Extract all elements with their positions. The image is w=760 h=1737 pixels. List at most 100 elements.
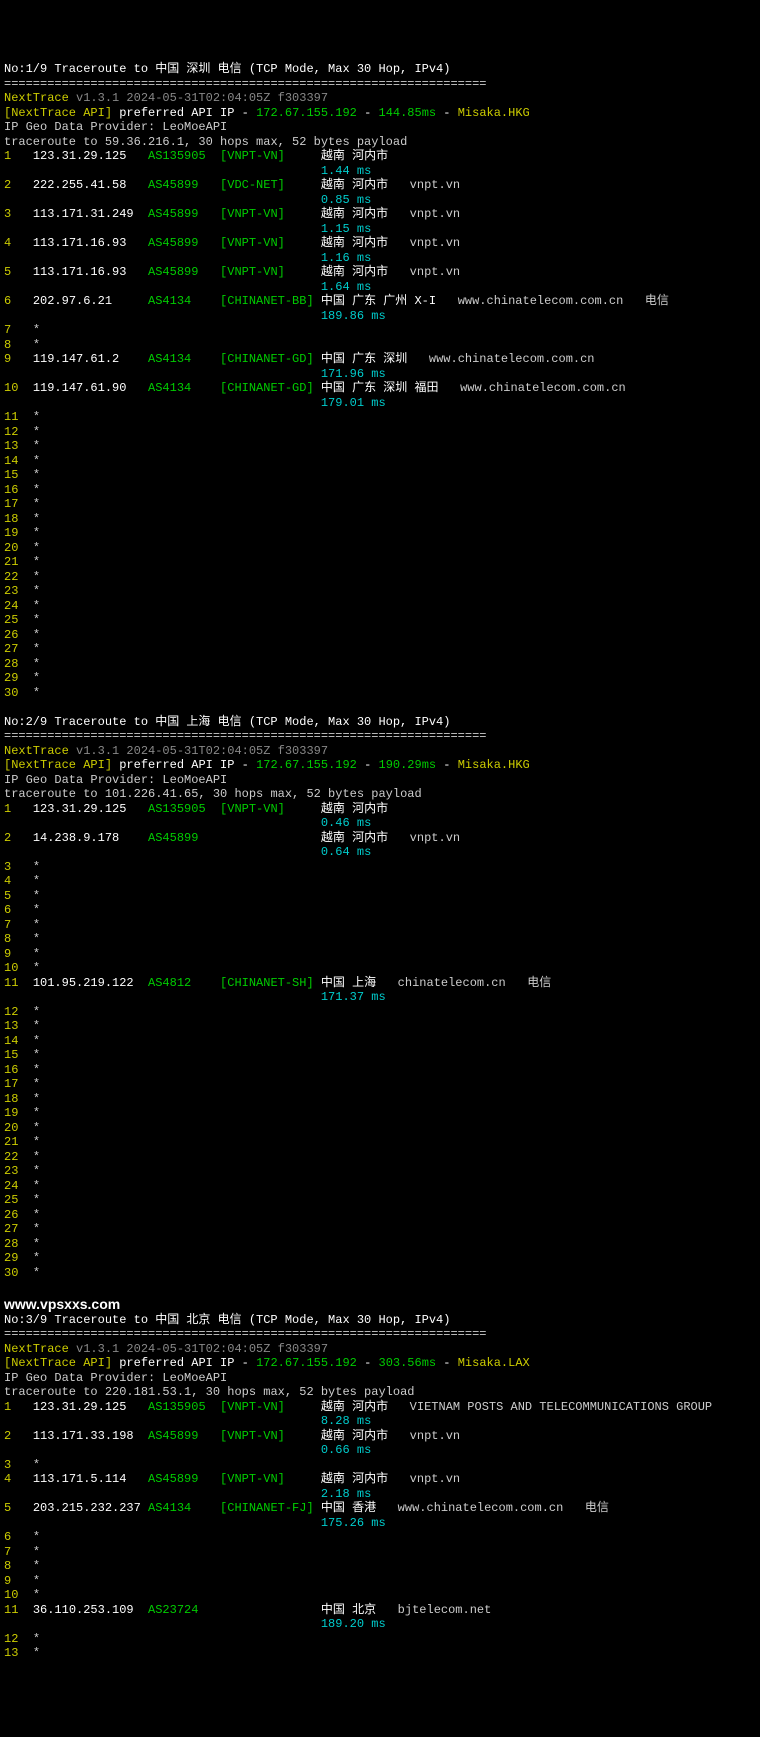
hop-star: * xyxy=(33,918,40,932)
hop-star: * xyxy=(33,642,40,656)
hop-star: * xyxy=(33,1077,40,1091)
hop-net: [CHINANET-GD] xyxy=(220,352,321,366)
hop-host: vnpt.vn xyxy=(388,1472,460,1486)
api-latency: 144.85ms xyxy=(379,106,437,120)
hop-star: * xyxy=(33,1646,40,1660)
hop-star: * xyxy=(33,1164,40,1178)
hop-ip: 203.215.232.237 xyxy=(33,1501,148,1515)
traceroute-line: traceroute to 101.226.41.65, 30 hops max… xyxy=(4,787,422,801)
hop-as: AS45899 xyxy=(148,265,220,279)
hop-star: * xyxy=(33,323,40,337)
hop-host: bjtelecom.net xyxy=(376,1603,491,1617)
hop-loc: 越南 河内市 xyxy=(321,265,388,279)
hop-latency: 0.66 ms xyxy=(321,1443,371,1457)
hop-num: 22 xyxy=(4,570,33,584)
hop-ip: 113.171.31.249 xyxy=(33,207,148,221)
hop-star: * xyxy=(33,628,40,642)
hop-as: AS4134 xyxy=(148,381,220,395)
hop-ip: 113.171.33.198 xyxy=(33,1429,148,1443)
hop-star: * xyxy=(33,686,40,700)
hop-loc: 越南 河内市 xyxy=(321,1472,388,1486)
hop-num: 12 xyxy=(4,1005,33,1019)
hop-star: * xyxy=(33,483,40,497)
nexttrace-label: NextTrace xyxy=(4,91,69,105)
geo-provider: IP Geo Data Provider: LeoMoeAPI xyxy=(4,773,227,787)
hop-ip: 36.110.253.109 xyxy=(33,1603,148,1617)
hop-latency: 189.86 ms xyxy=(321,309,386,323)
hop-num: 25 xyxy=(4,1193,33,1207)
hop-as: AS45899 xyxy=(148,178,220,192)
api-ip: 172.67.155.192 xyxy=(256,106,357,120)
hop-num: 12 xyxy=(4,1632,33,1646)
hop-star: * xyxy=(33,555,40,569)
hop-latency: 1.64 ms xyxy=(321,280,371,294)
hop-latency: 171.96 ms xyxy=(321,367,386,381)
hop-num: 4 xyxy=(4,1472,33,1486)
hop-ip: 202.97.6.21 xyxy=(33,294,148,308)
hop-star: * xyxy=(33,613,40,627)
hop-num: 15 xyxy=(4,1048,33,1062)
hop-loc: 中国 广东 深圳 福田 xyxy=(321,381,439,395)
hop-latency: 1.44 ms xyxy=(321,164,371,178)
hop-as: AS23724 xyxy=(148,1603,220,1617)
hop-num: 13 xyxy=(4,439,33,453)
hop-num: 10 xyxy=(4,961,33,975)
hop-ip: 123.31.29.125 xyxy=(33,149,148,163)
hop-star: * xyxy=(33,889,40,903)
hop-num: 13 xyxy=(4,1019,33,1033)
hop-num: 28 xyxy=(4,657,33,671)
hop-num: 18 xyxy=(4,1092,33,1106)
version: v1.3.1 2024-05-31T02:04:05Z f303397 xyxy=(69,744,328,758)
api-latency: 303.56ms xyxy=(379,1356,437,1370)
hop-star: * xyxy=(33,338,40,352)
traceroute-line: traceroute to 220.181.53.1, 30 hops max,… xyxy=(4,1385,414,1399)
hop-latency: 0.85 ms xyxy=(321,193,371,207)
hop-star: * xyxy=(33,1222,40,1236)
hop-num: 3 xyxy=(4,207,33,221)
hop-as: AS4134 xyxy=(148,352,220,366)
hop-num: 11 xyxy=(4,1603,33,1617)
hop-star: * xyxy=(33,1135,40,1149)
hop-num: 3 xyxy=(4,1458,33,1472)
hop-as: AS4812 xyxy=(148,976,220,990)
hop-num: 8 xyxy=(4,338,33,352)
hop-as: AS45899 xyxy=(148,1429,220,1443)
hop-star: * xyxy=(33,1559,40,1573)
hop-star: * xyxy=(33,1266,40,1280)
hop-num: 18 xyxy=(4,512,33,526)
hop-num: 19 xyxy=(4,1106,33,1120)
hop-loc: 越南 河内市 xyxy=(321,831,388,845)
hop-num: 2 xyxy=(4,178,33,192)
hop-star: * xyxy=(33,947,40,961)
hop-num: 12 xyxy=(4,425,33,439)
api-latency: 190.29ms xyxy=(379,758,437,772)
api-text: preferred API IP - xyxy=(112,106,256,120)
hop-star: * xyxy=(33,932,40,946)
traceroute-line: traceroute to 59.36.216.1, 30 hops max, … xyxy=(4,135,407,149)
hop-star: * xyxy=(33,874,40,888)
hop-as: AS135905 xyxy=(148,1400,220,1414)
hop-ip: 113.171.16.93 xyxy=(33,265,148,279)
version: v1.3.1 2024-05-31T02:04:05Z f303397 xyxy=(69,91,328,105)
hop-star: * xyxy=(33,584,40,598)
hop-star: * xyxy=(33,410,40,424)
geo-provider: IP Geo Data Provider: LeoMoeAPI xyxy=(4,1371,227,1385)
hop-net: [VNPT-VN] xyxy=(220,265,321,279)
hop-as: AS4134 xyxy=(148,1501,220,1515)
api-loc: Misaka.HKG xyxy=(458,758,530,772)
hop-star: * xyxy=(33,1005,40,1019)
hop-star: * xyxy=(33,1545,40,1559)
hop-net: [VNPT-VN] xyxy=(220,207,321,221)
hop-num: 7 xyxy=(4,323,33,337)
hop-star: * xyxy=(33,1121,40,1135)
hop-star: * xyxy=(33,1530,40,1544)
hop-host: vnpt.vn xyxy=(388,265,460,279)
hop-net: [VNPT-VN] xyxy=(220,1429,321,1443)
hop-star: * xyxy=(33,1588,40,1602)
nexttrace-label: NextTrace xyxy=(4,744,69,758)
hop-num: 14 xyxy=(4,1034,33,1048)
hop-star: * xyxy=(33,439,40,453)
hop-num: 20 xyxy=(4,541,33,555)
hop-num: 26 xyxy=(4,1208,33,1222)
hop-latency: 179.01 ms xyxy=(321,396,386,410)
